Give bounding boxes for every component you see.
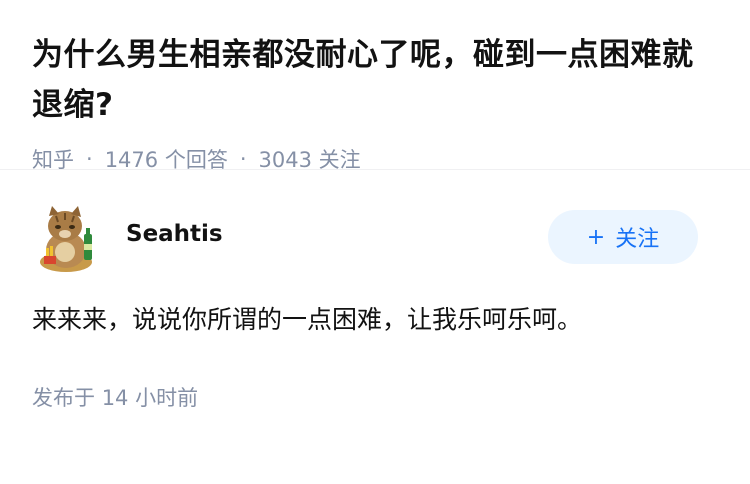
plus-icon: + [586, 224, 606, 250]
meta-separator: · [86, 147, 93, 171]
follow-button-label: 关注 [615, 227, 660, 252]
cat-with-bottle-avatar-icon[interactable] [32, 204, 104, 276]
source-label[interactable]: 知乎 [32, 144, 74, 174]
follow-count[interactable]: 3043 关注 [259, 144, 361, 174]
author-row: Seahtis + 关注 [32, 203, 718, 277]
question-header: 为什么男生相亲都没耐心了呢，碰到一点困难就退缩? 知乎 · 1476 个回答 ·… [0, 0, 750, 172]
answer-content[interactable]: 来来来，说说你所谓的一点困难，让我乐呵乐呵。 [32, 300, 718, 340]
follow-button[interactable]: + 关注 [548, 210, 698, 264]
published-time: 发布于 14 小时前 [32, 386, 199, 410]
answer-count[interactable]: 1476 个回答 [105, 144, 228, 174]
author-name[interactable]: Seahtis [126, 221, 223, 247]
answer-card: Seahtis + 关注 来来来，说说你所谓的一点困难，让我乐呵乐呵。 发布于 … [0, 170, 750, 412]
question-title[interactable]: 为什么男生相亲都没耐心了呢，碰到一点困难就退缩? [32, 30, 718, 130]
meta-separator: · [239, 147, 247, 171]
